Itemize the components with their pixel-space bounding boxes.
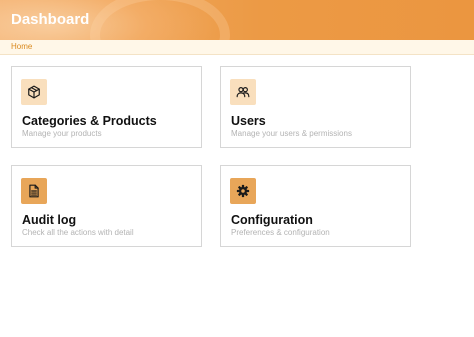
card-icon-box (21, 79, 47, 105)
package-icon (28, 85, 40, 99)
breadcrumb: Home (0, 40, 474, 55)
page-title: Dashboard (11, 11, 90, 28)
card-icon-box (230, 178, 256, 204)
card-title: Configuration (231, 213, 313, 227)
card-subtitle: Preferences & configuration (231, 228, 330, 237)
card-audit-log[interactable]: Audit log Check all the actions with det… (11, 165, 202, 247)
card-title: Audit log (22, 213, 77, 227)
card-configuration[interactable]: Configuration Preferences & configuratio… (220, 165, 411, 247)
gear-icon (236, 184, 250, 198)
card-categories-products[interactable]: Categories & Products Manage your produc… (11, 66, 202, 148)
card-icon-box (230, 79, 256, 105)
breadcrumb-home-link[interactable]: Home (11, 42, 32, 51)
document-icon (29, 184, 39, 198)
users-icon (236, 87, 250, 98)
card-title: Categories & Products (22, 114, 157, 128)
card-users[interactable]: Users Manage your users & permissions (220, 66, 411, 148)
card-subtitle: Manage your products (22, 129, 102, 138)
header-banner: Dashboard (0, 0, 474, 40)
card-subtitle: Check all the actions with detail (22, 228, 134, 237)
card-subtitle: Manage your users & permissions (231, 129, 352, 138)
header-decoration-ring (90, 0, 230, 40)
card-title: Users (231, 114, 266, 128)
card-icon-box (21, 178, 47, 204)
